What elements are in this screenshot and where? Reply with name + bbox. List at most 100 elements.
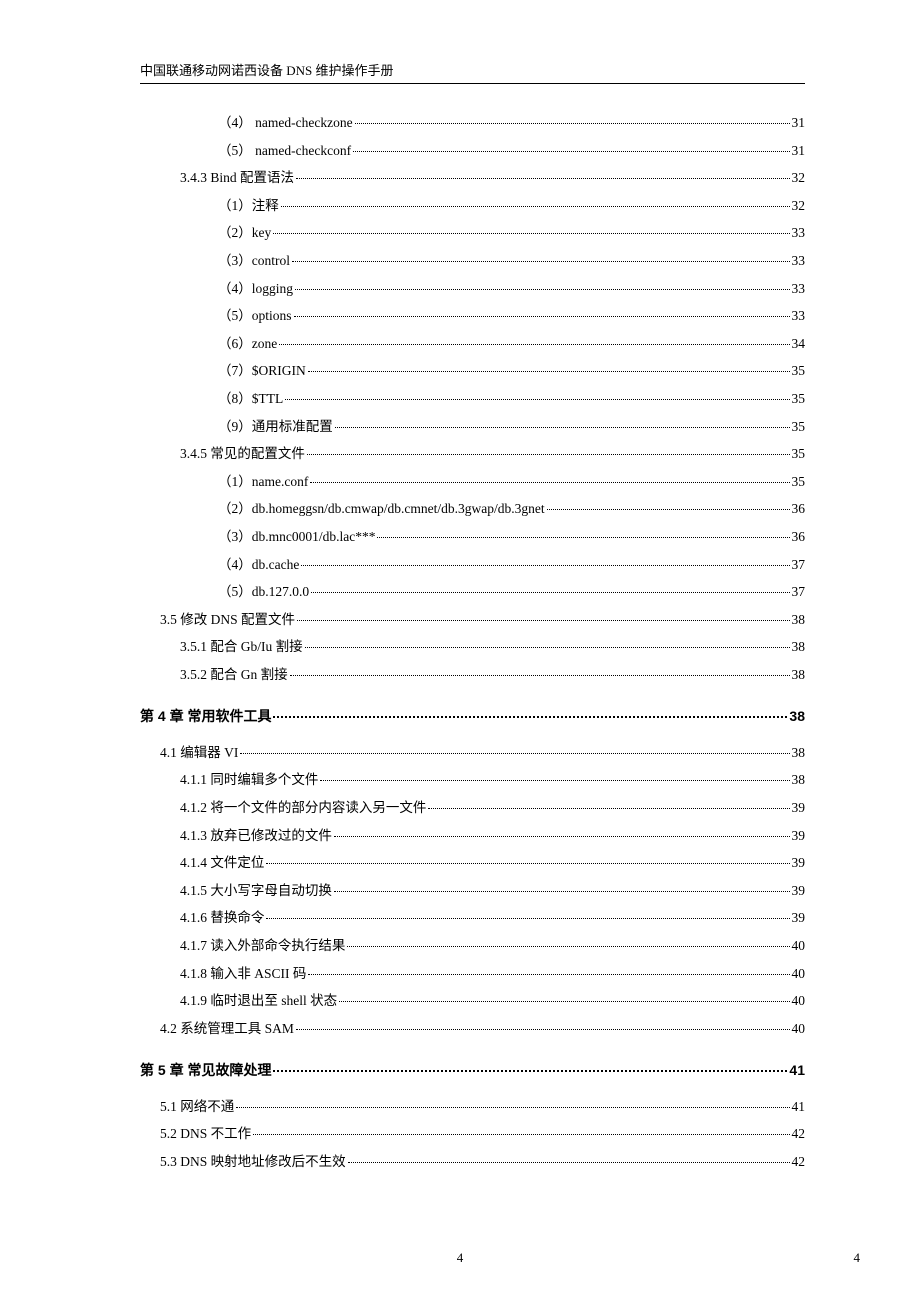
toc-label: 5.1 网络不通	[160, 1096, 234, 1118]
toc-entry: 4.1.6 替换命令39	[140, 907, 805, 929]
toc-label: （4）db.cache	[218, 554, 299, 576]
toc-label: 4.1.9 临时退出至 shell 状态	[180, 990, 337, 1012]
toc-page-number: 35	[792, 443, 806, 465]
toc-entry: 4.1.9 临时退出至 shell 状态 40	[140, 990, 805, 1012]
toc-label: （7）$ORIGIN	[218, 360, 306, 382]
toc-leader-dots	[334, 891, 790, 892]
toc-leader-dots	[295, 289, 789, 290]
toc-chapter-4: 第 4 章 常用软件工具 38	[140, 705, 805, 727]
toc-leader-dots	[320, 780, 789, 781]
toc-leader-dots	[428, 808, 789, 809]
toc-label: （3）control	[218, 250, 290, 272]
toc-leader-dots	[348, 1162, 790, 1163]
toc-page-number: 38	[792, 664, 806, 686]
toc-label: 3.5.1 配合 Gb/Iu 割接	[180, 636, 303, 658]
toc-page-number: 37	[792, 554, 806, 576]
toc-label: 4.1.7 读入外部命令执行结果	[180, 935, 345, 957]
toc-entry: 4.1.4 文件定位39	[140, 852, 805, 874]
toc-label: 3.4.5 常见的配置文件	[180, 443, 305, 465]
toc-entry: （2）key 33	[140, 222, 805, 244]
toc-label: 3.4.3 Bind 配置语法	[180, 167, 294, 189]
toc-leader-dots	[290, 675, 790, 676]
toc-label: （2）db.homeggsn/db.cmwap/db.cmnet/db.3gwa…	[218, 498, 545, 520]
toc-page-number: 39	[792, 852, 806, 874]
toc-leader-dots	[305, 647, 790, 648]
toc-page-number: 40	[792, 963, 806, 985]
toc-entry: 3.4.3 Bind 配置语法32	[140, 167, 805, 189]
toc-entry: 5.2 DNS 不工作42	[140, 1123, 805, 1145]
toc-section-initial: （4） named-checkzone31 （5） named-checkconf…	[140, 112, 805, 685]
toc-label: （1）name.conf	[218, 471, 308, 493]
toc-leader-dots	[273, 1070, 787, 1072]
toc-page-number: 33	[792, 222, 806, 244]
toc-page-number: 39	[792, 797, 806, 819]
toc-leader-dots	[334, 836, 790, 837]
toc-entry: （1）注释32	[140, 195, 805, 217]
toc-leader-dots	[253, 1134, 789, 1135]
toc-label: 5.2 DNS 不工作	[160, 1123, 251, 1145]
toc-page-number: 38	[789, 705, 805, 727]
toc-leader-dots	[292, 261, 790, 262]
toc-entry: （5）db.127.0.037	[140, 581, 805, 603]
page-footer: 4 4	[0, 1250, 920, 1266]
toc-leader-dots	[266, 863, 789, 864]
toc-label: 第 5 章 常见故障处理	[140, 1059, 271, 1081]
toc-leader-dots	[296, 1029, 790, 1030]
toc-label: 4.1 编辑器 VI	[160, 742, 238, 764]
toc-page-number: 35	[792, 416, 806, 438]
toc-leader-dots	[266, 918, 789, 919]
toc-entry: 3.5.2 配合 Gn 割接38	[140, 664, 805, 686]
toc-entry: （7）$ORIGIN 35	[140, 360, 805, 382]
toc-label: 3.5 修改 DNS 配置文件	[160, 609, 295, 631]
toc-entry: （4） named-checkzone31	[140, 112, 805, 134]
toc-label: 4.1.8 输入非 ASCII 码	[180, 963, 306, 985]
toc-label: 4.1.5 大小写字母自动切换	[180, 880, 332, 902]
toc-leader-dots	[294, 316, 790, 317]
toc-label: （4）logging	[218, 278, 293, 300]
toc-page-number: 40	[792, 935, 806, 957]
toc-entry: （3）control 33	[140, 250, 805, 272]
toc-entry: （4）logging 33	[140, 278, 805, 300]
footer-page-right: 4	[854, 1250, 861, 1266]
toc-entry: 4.1.7 读入外部命令执行结果 40	[140, 935, 805, 957]
toc-entry: （2）db.homeggsn/db.cmwap/db.cmnet/db.3gwa…	[140, 498, 805, 520]
page-header: 中国联通移动网诺西设备 DNS 维护操作手册	[140, 60, 805, 84]
toc-leader-dots	[353, 151, 789, 152]
toc-leader-dots	[297, 620, 789, 621]
toc-page-number: 38	[792, 742, 806, 764]
toc-entry: （5） named-checkconf31	[140, 140, 805, 162]
toc-page-number: 34	[792, 333, 806, 355]
toc-leader-dots	[273, 716, 787, 718]
toc-label: （1）注释	[218, 195, 279, 217]
toc-leader-dots	[311, 592, 789, 593]
toc-page-number: 33	[792, 305, 806, 327]
toc-label: （2）key	[218, 222, 271, 244]
toc-leader-dots	[308, 371, 790, 372]
toc-entry: 5.1 网络不通 41	[140, 1096, 805, 1118]
toc-page-number: 41	[792, 1096, 806, 1118]
toc-page-number: 38	[792, 636, 806, 658]
toc-page-number: 40	[792, 990, 806, 1012]
toc-page-number: 33	[792, 250, 806, 272]
toc-leader-dots	[335, 427, 790, 428]
toc-page-number: 35	[792, 360, 806, 382]
toc-leader-dots	[285, 399, 789, 400]
toc-label: 第 4 章 常用软件工具	[140, 705, 271, 727]
toc-page-number: 35	[792, 388, 806, 410]
toc-entry: 4.1.3 放弃已修改过的文件39	[140, 825, 805, 847]
toc-page-number: 36	[792, 498, 806, 520]
toc-leader-dots	[279, 344, 789, 345]
toc-entry: 4.1.8 输入非 ASCII 码 40	[140, 963, 805, 985]
toc-page-number: 31	[792, 140, 806, 162]
toc-entry: （8）$TTL35	[140, 388, 805, 410]
toc-leader-dots	[308, 974, 789, 975]
toc-leader-dots	[339, 1001, 789, 1002]
toc-page-number: 37	[792, 581, 806, 603]
toc-leader-dots	[377, 537, 789, 538]
toc-page-number: 38	[792, 609, 806, 631]
toc-leader-dots	[307, 454, 790, 455]
toc-leader-dots	[347, 946, 789, 947]
toc-leader-dots	[355, 123, 790, 124]
toc-label: 4.1.1 同时编辑多个文件	[180, 769, 318, 791]
toc-page-number: 33	[792, 278, 806, 300]
